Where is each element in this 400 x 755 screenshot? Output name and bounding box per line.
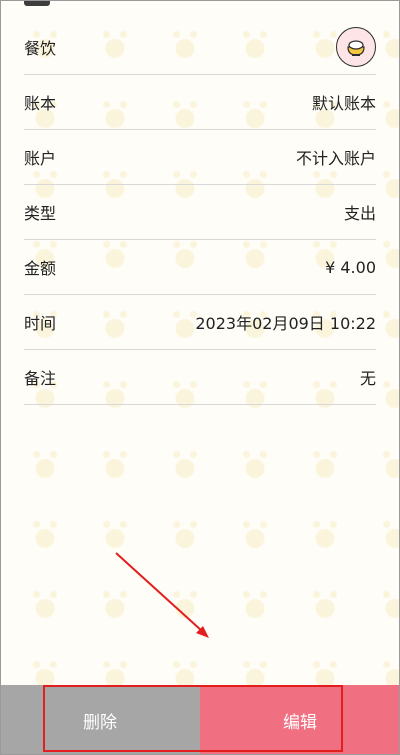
delete-button[interactable]: 删除 [0,685,200,755]
bottom-action-bar: 删除 编辑 [0,685,400,755]
edit-button[interactable]: 编辑 [200,685,400,755]
annotation-arrow [115,552,209,638]
